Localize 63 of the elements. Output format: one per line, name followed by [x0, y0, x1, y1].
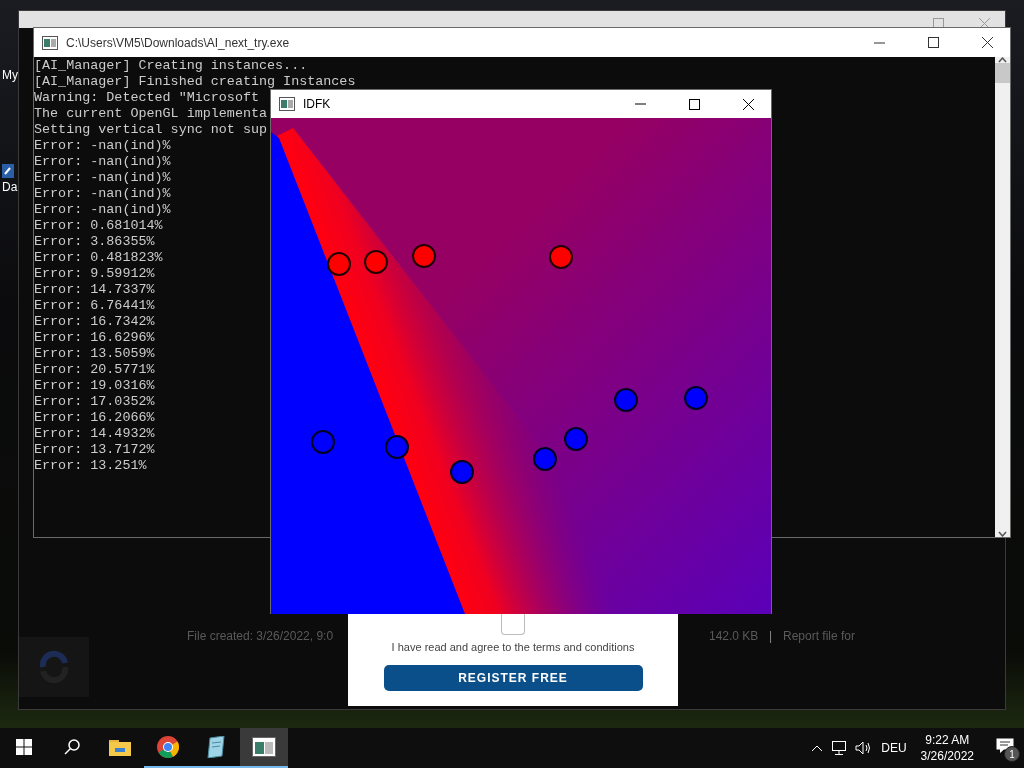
- console-line: Error: 19.0316%: [34, 378, 155, 394]
- minimize-icon: [873, 41, 885, 44]
- window-title: IDFK: [303, 97, 332, 111]
- desktop-icon-label: My: [2, 68, 18, 82]
- console-line: Error: 17.0352%: [34, 394, 155, 410]
- browser-icon: [157, 736, 179, 758]
- console-line: Error: 16.2066%: [34, 410, 155, 426]
- console-line: Error: 13.5059%: [34, 346, 155, 362]
- console-line: Error: 13.7172%: [34, 442, 155, 458]
- network-icon: [831, 741, 848, 755]
- file-size-text: 142.0 KB: [709, 629, 759, 643]
- window-title: C:\Users\VM5\Downloads\AI_next_try.exe: [66, 35, 291, 50]
- console-line: Error: 16.6296%: [34, 330, 155, 346]
- console-app-icon: [252, 737, 276, 757]
- console-line: Error: 13.251%: [34, 458, 147, 474]
- console-line: [AI_Manager] Finished creating Instances: [34, 74, 356, 90]
- notepad-icon: [206, 736, 226, 758]
- console-line: The current OpenGL implementa: [34, 106, 268, 122]
- language-indicator: DEU: [881, 741, 907, 755]
- scroll-up-icon: [998, 57, 1007, 63]
- close-icon: [979, 18, 990, 29]
- console-line: Error: -nan(ind)%: [34, 202, 171, 218]
- console-line: Error: -nan(ind)%: [34, 154, 171, 170]
- search-icon: [64, 739, 80, 755]
- console-line: Warning: Detected "Microsoft: [34, 90, 259, 106]
- windows-logo-icon: [16, 739, 32, 755]
- console-line: Error: 0.481823%: [34, 250, 163, 266]
- console-line: Error: 14.4932%: [34, 426, 155, 442]
- refresh-arrows-icon: [37, 650, 71, 684]
- register-button[interactable]: REGISTER FREE: [383, 665, 643, 691]
- terms-label: I have read and agree to the terms and conditions: [391, 641, 635, 653]
- console-line: Error: -nan(ind)%: [34, 186, 171, 202]
- console-line: Error: -nan(ind)%: [34, 170, 171, 186]
- notification-badge: 1: [1004, 746, 1020, 762]
- chevron-up-icon: [811, 744, 824, 752]
- console-app-icon: [42, 35, 58, 50]
- folder-icon: [109, 738, 131, 756]
- console-line: Error: 3.86355%: [34, 234, 155, 250]
- maximize-icon: [688, 98, 700, 110]
- clock-time: 9:22 AM: [925, 733, 970, 747]
- desktop-icon-label: Da: [2, 180, 18, 194]
- taskbar-app-button[interactable]: [240, 728, 288, 768]
- console-line: Error: 14.7337%: [34, 282, 155, 298]
- scrollbar-thumb[interactable]: [995, 63, 1010, 83]
- shortcut-icon: [2, 164, 14, 178]
- separator-text: |: [769, 629, 773, 643]
- console-app-icon: [279, 97, 295, 111]
- close-icon: [981, 37, 993, 48]
- console-line: Error: 20.5771%: [34, 362, 155, 378]
- console-line: Error: -nan(ind)%: [34, 138, 171, 154]
- file-created-text: File created: 3/26/2022, 9:0: [187, 629, 334, 643]
- minimize-icon: [634, 103, 646, 105]
- console-line: [AI_Manager] Creating instances...: [34, 58, 308, 74]
- scrollbar[interactable]: [995, 57, 1010, 537]
- console-line: Error: 16.7342%: [34, 314, 155, 330]
- close-icon: [742, 98, 754, 110]
- clock-date: 3/26/2022: [920, 749, 974, 763]
- scroll-down-icon: [998, 531, 1007, 537]
- console-line: Error: 0.681014%: [34, 218, 163, 234]
- console-line: Error: 9.59912%: [34, 266, 155, 282]
- console-line: Error: 6.76441%: [34, 298, 155, 314]
- console-line: Setting vertical sync not sup: [34, 122, 268, 138]
- maximize-icon: [927, 37, 939, 48]
